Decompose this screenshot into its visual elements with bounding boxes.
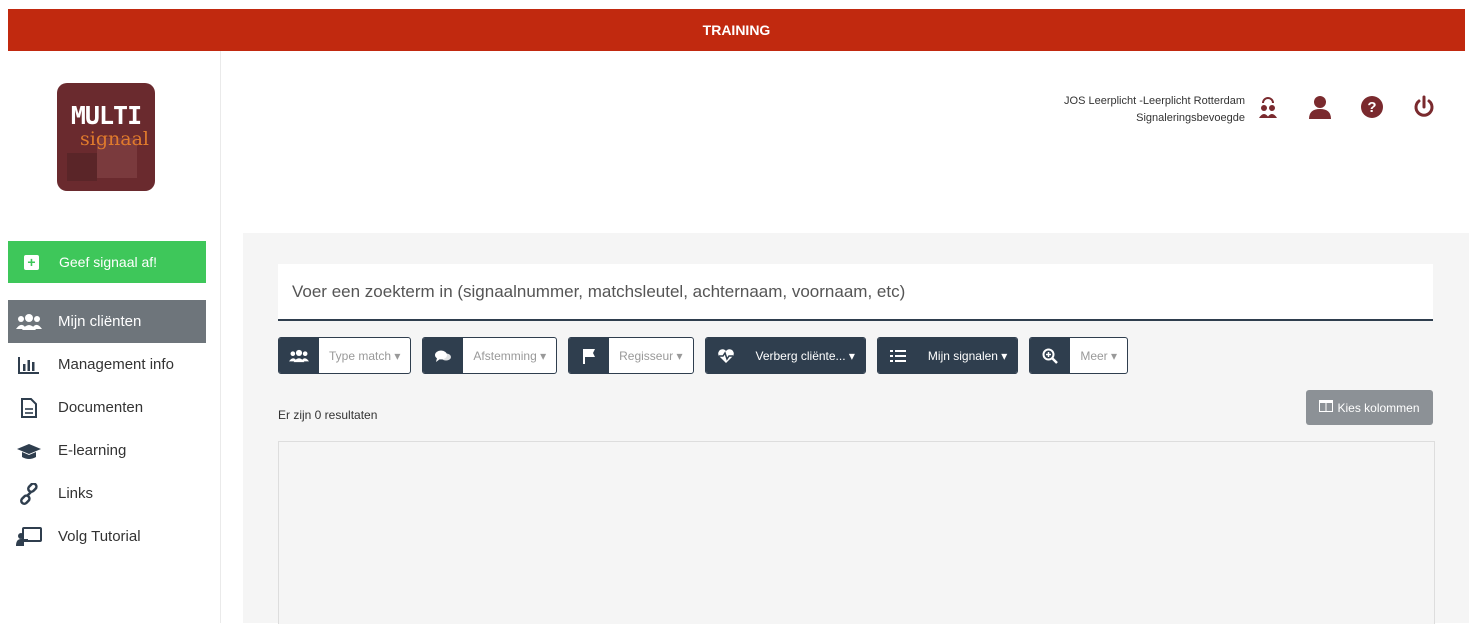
logo-text-multi: MULTI <box>70 101 142 130</box>
sidebar-item-label: Management info <box>58 356 174 373</box>
heartbeat-icon <box>705 338 746 373</box>
results-count: Er zijn 0 resultaten <box>278 408 378 422</box>
help-icon[interactable]: ? <box>1359 94 1385 120</box>
sidebar-item-links[interactable]: Links <box>8 472 206 515</box>
sidebar-item-label: Mijn cliënten <box>58 313 142 330</box>
filter-label: Mijn signalen <box>927 348 998 363</box>
organisation-name: JOS Leerplicht -Leerplicht Rotterdam <box>1064 95 1245 107</box>
sidebar-item-mijn-clienten[interactable]: Mijn cliënten <box>8 300 206 343</box>
zoom-icon <box>1030 338 1071 373</box>
choose-columns-label: Kies kolommen <box>1337 400 1420 415</box>
give-signal-button[interactable]: + Geef signaal af! <box>8 241 206 283</box>
search-bar <box>278 263 1433 321</box>
banner-title: TRAINING <box>702 22 771 38</box>
sidebar-item-volg-tutorial[interactable]: Volg Tutorial <box>8 515 206 558</box>
sidebar-item-label: E-learning <box>58 442 127 459</box>
multisignaal-logo[interactable]: MULTI signaal <box>57 83 155 191</box>
list-icon <box>877 338 918 373</box>
filter-afstemming[interactable]: Afstemming ▾ <box>422 337 558 374</box>
power-icon[interactable] <box>1411 94 1437 120</box>
results-table <box>278 441 1435 624</box>
header-actions: ? <box>1255 94 1437 120</box>
tutorial-icon <box>16 526 42 547</box>
filter-meer[interactable]: Meer ▾ <box>1029 337 1129 374</box>
user-info: JOS Leerplicht -Leerplicht Rotterdam Sig… <box>1064 93 1245 127</box>
plus-icon: + <box>24 254 39 270</box>
filter-regisseur[interactable]: Regisseur ▾ <box>568 337 694 374</box>
columns-icon <box>1319 400 1334 415</box>
role-switch-icon[interactable] <box>1255 94 1281 120</box>
sidebar-item-label: Documenten <box>58 399 144 416</box>
filter-type-match[interactable]: Type match ▾ <box>278 337 412 374</box>
filter-toolbar: Type match ▾ Afstemming ▾ Regisseur ▾ Ve… <box>278 337 1129 374</box>
user-icon[interactable] <box>1307 94 1333 120</box>
filter-verberg-clienten[interactable]: Verberg cliënte... ▾ <box>704 337 866 374</box>
sidebar: MULTI signaal + Geef signaal af! Mijn cl… <box>0 51 221 623</box>
logo-text-signaal: signaal <box>80 128 149 150</box>
filter-mijn-signalen[interactable]: Mijn signalen ▾ <box>876 337 1019 374</box>
comments-icon <box>423 338 464 373</box>
graduation-cap-icon <box>16 442 42 460</box>
filter-label: Afstemming <box>473 348 537 363</box>
users-icon <box>279 338 319 373</box>
document-icon <box>16 397 42 418</box>
choose-columns-button[interactable]: Kies kolommen <box>1306 390 1433 425</box>
sidebar-item-label: Volg Tutorial <box>58 528 141 545</box>
search-input[interactable] <box>278 263 1433 320</box>
filter-label: Regisseur <box>619 348 674 363</box>
sidebar-item-documenten[interactable]: Documenten <box>8 386 206 429</box>
svg-text:?: ? <box>1367 99 1376 116</box>
user-role: Signaleringsbevoegde <box>1136 112 1245 124</box>
give-signal-label: Geef signaal af! <box>59 254 158 270</box>
sidebar-item-e-learning[interactable]: E-learning <box>8 429 206 472</box>
bar-chart-icon <box>16 356 42 374</box>
environment-banner: TRAINING <box>8 9 1465 51</box>
sidebar-item-label: Links <box>58 485 94 502</box>
filter-label: Verberg cliënte... <box>755 348 846 363</box>
link-icon <box>16 482 42 505</box>
filter-label: Meer <box>1080 348 1108 363</box>
sidebar-item-management-info[interactable]: Management info <box>8 343 206 386</box>
filter-label: Type match <box>329 348 392 363</box>
flag-icon <box>569 338 610 373</box>
sidebar-nav: Mijn cliënten Management info Documenten… <box>8 300 206 558</box>
users-icon <box>16 313 42 331</box>
